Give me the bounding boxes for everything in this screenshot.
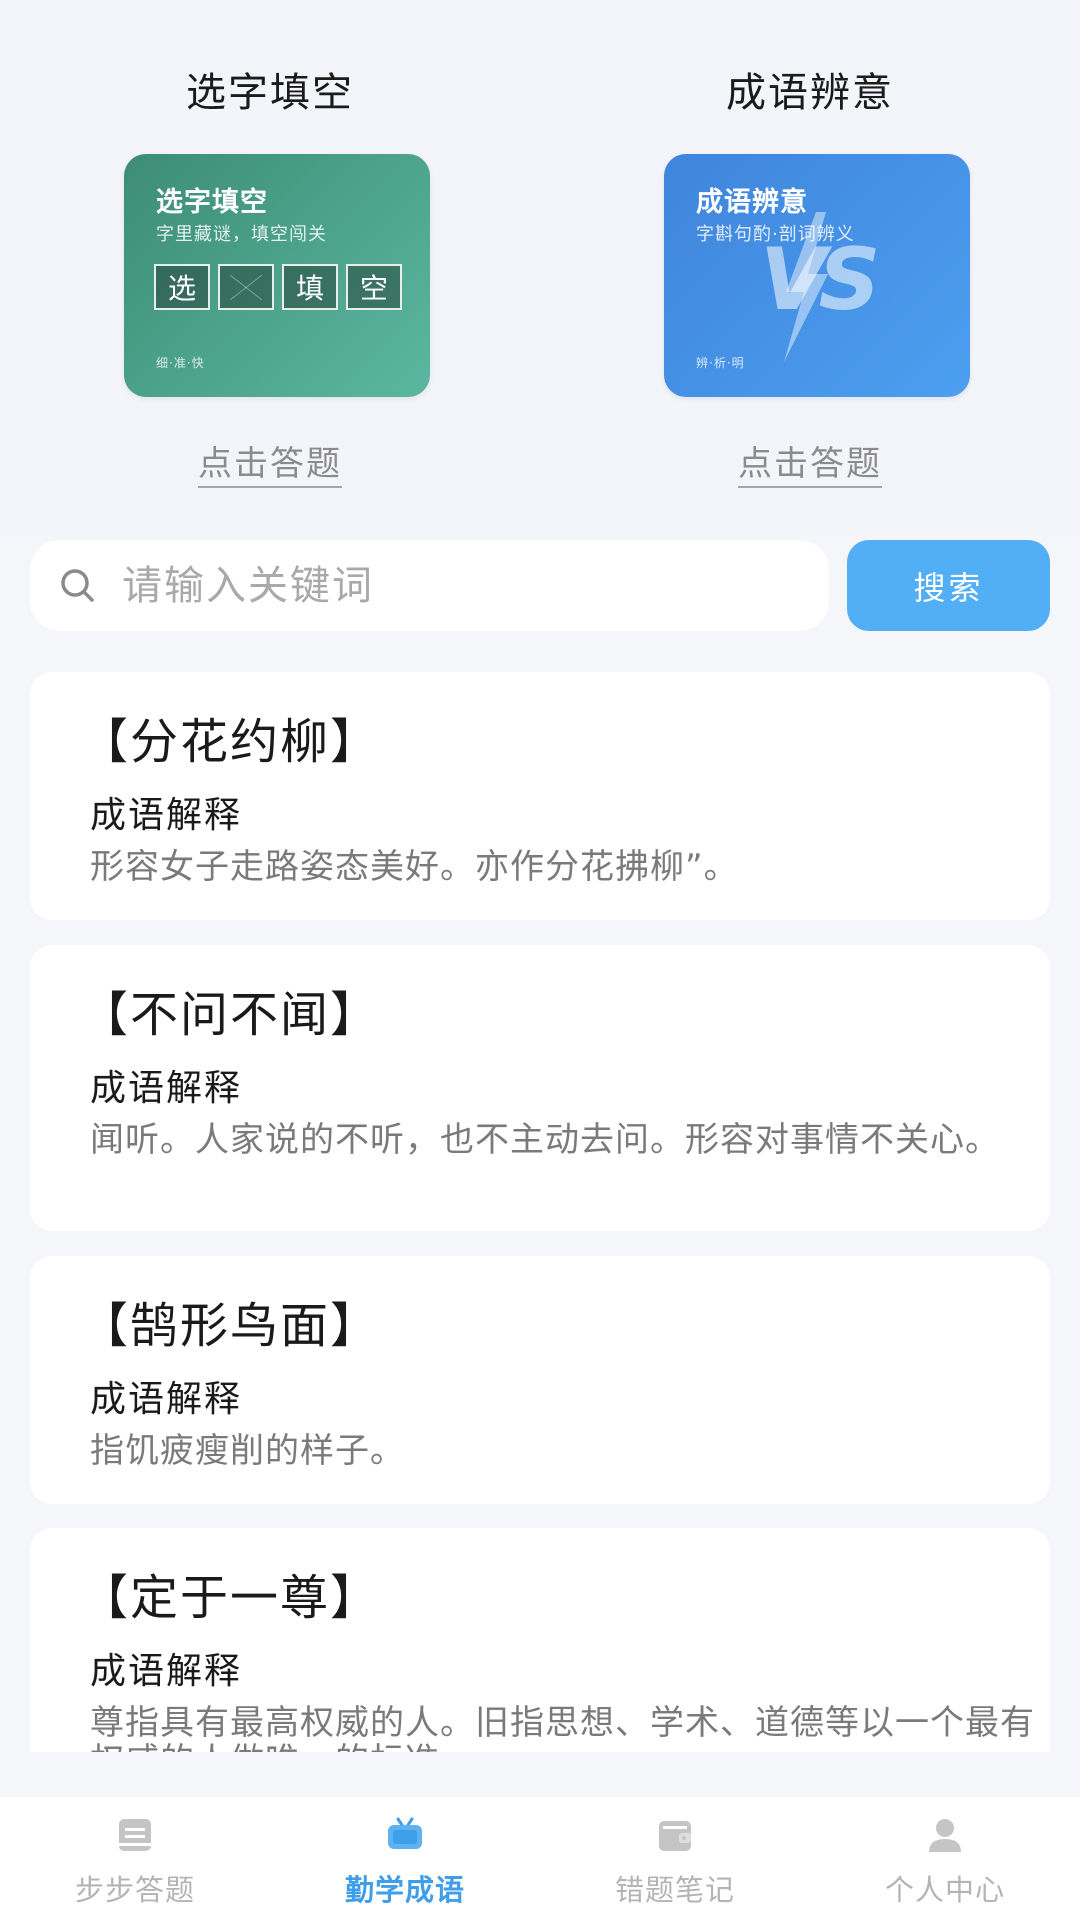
wallet-icon	[659, 1821, 691, 1851]
card-subtitle: 字斟句酌·剖词辨义	[696, 224, 855, 245]
card-subtitle: 字里藏谜，填空闯关	[156, 224, 327, 245]
bottom-nav: 步步答题 勤学成语 错题笔记 个人中心	[0, 1797, 1080, 1920]
list-item[interactable]: 【不问不闻】 成语解释 闻听。人家说的不听，也不主动去问。形容对事情不关心。	[30, 945, 1050, 1231]
nav-label: 勤学成语	[344, 1873, 465, 1907]
idiom-desc: 指饥疲瘦削的样子。	[90, 1431, 405, 1471]
idiom-name: 【定于一尊】	[80, 1570, 381, 1626]
game-fill-blank: 选字填空 选字填空 字里藏谜，填空闯关 选 填 空 细·准·快 点击答题	[0, 0, 540, 535]
nav-label: 步步答题	[74, 1873, 195, 1907]
char-box-blank	[218, 264, 274, 310]
char-box: 填	[282, 264, 338, 310]
char-boxes: 选 填 空	[154, 264, 402, 310]
list-item[interactable]: 【定于一尊】 成语解释 尊指具有最高权威的人。旧指思想、学术、道德等以一个最有权…	[30, 1528, 1050, 1752]
card-footer: 辨·析·明	[696, 356, 745, 370]
game-title: 成语辨意	[726, 70, 894, 116]
nav-item-quiz[interactable]: 步步答题	[0, 1797, 270, 1920]
search-icon	[61, 569, 94, 602]
idiom-desc: 闻听。人家说的不听，也不主动去问。形容对事情不关心。	[90, 1120, 1000, 1160]
idiom-name: 【不问不闻】	[80, 987, 381, 1043]
nav-label: 个人中心	[884, 1873, 1005, 1907]
fill-blank-answer-link[interactable]: 点击答题	[0, 436, 540, 488]
game-section: 选字填空 选字填空 字里藏谜，填空闯关 选 填 空 细·准·快 点击答题 成语辨…	[0, 0, 1080, 535]
nav-item-learn[interactable]: 勤学成语	[270, 1797, 540, 1920]
idiom-desc: 形容女子走路姿态美好。亦作分花拂柳”。	[90, 847, 739, 887]
book-icon	[119, 1819, 151, 1851]
game-title: 选字填空	[186, 70, 354, 116]
search-input[interactable]	[122, 558, 802, 614]
nav-item-notes[interactable]: 错题笔记	[540, 1797, 810, 1920]
nav-item-profile[interactable]: 个人中心	[810, 1797, 1080, 1920]
list-item[interactable]: 【鹄形鸟面】 成语解释 指饥疲瘦削的样子。	[30, 1256, 1050, 1504]
meaning-card[interactable]: VS 成语辨意 字斟句酌·剖词辨义 辨·析·明	[664, 154, 970, 397]
char-box: 空	[346, 264, 402, 310]
search-button[interactable]: 搜索	[847, 540, 1050, 631]
link-label: 点击答题	[738, 444, 882, 488]
char-box: 选	[154, 264, 210, 310]
idiom-label: 成语解释	[90, 1651, 243, 1692]
link-label: 点击答题	[198, 444, 342, 488]
card-footer: 细·准·快	[156, 356, 205, 370]
game-meaning: 成语辨意 VS 成语辨意 字斟句酌·剖词辨义 辨·析·明 点击答题	[540, 0, 1080, 535]
idiom-name: 【鹄形鸟面】	[80, 1298, 381, 1354]
person-icon	[929, 1819, 961, 1852]
idiom-name: 【分花约柳】	[80, 714, 381, 770]
idiom-desc: 尊指具有最高权威的人。旧指思想、学术、道德等以一个最有权威的人做唯一的标准。	[90, 1703, 1035, 1752]
idiom-label: 成语解释	[90, 795, 243, 836]
card-title: 成语辨意	[696, 187, 808, 218]
tv-icon	[388, 1817, 422, 1849]
fill-blank-card[interactable]: 选字填空 字里藏谜，填空闯关 选 填 空 细·准·快	[124, 154, 430, 397]
meaning-answer-link[interactable]: 点击答题	[540, 436, 1080, 488]
card-title: 选字填空	[156, 187, 268, 218]
idiom-label: 成语解释	[90, 1068, 243, 1109]
search-box	[30, 540, 829, 631]
idiom-list[interactable]: 【分花约柳】 成语解释 形容女子走路姿态美好。亦作分花拂柳”。 【不问不闻】 成…	[0, 672, 1080, 1752]
list-item[interactable]: 【分花约柳】 成语解释 形容女子走路姿态美好。亦作分花拂柳”。	[30, 672, 1050, 920]
idiom-label: 成语解释	[90, 1379, 243, 1420]
nav-label: 错题笔记	[614, 1873, 735, 1907]
